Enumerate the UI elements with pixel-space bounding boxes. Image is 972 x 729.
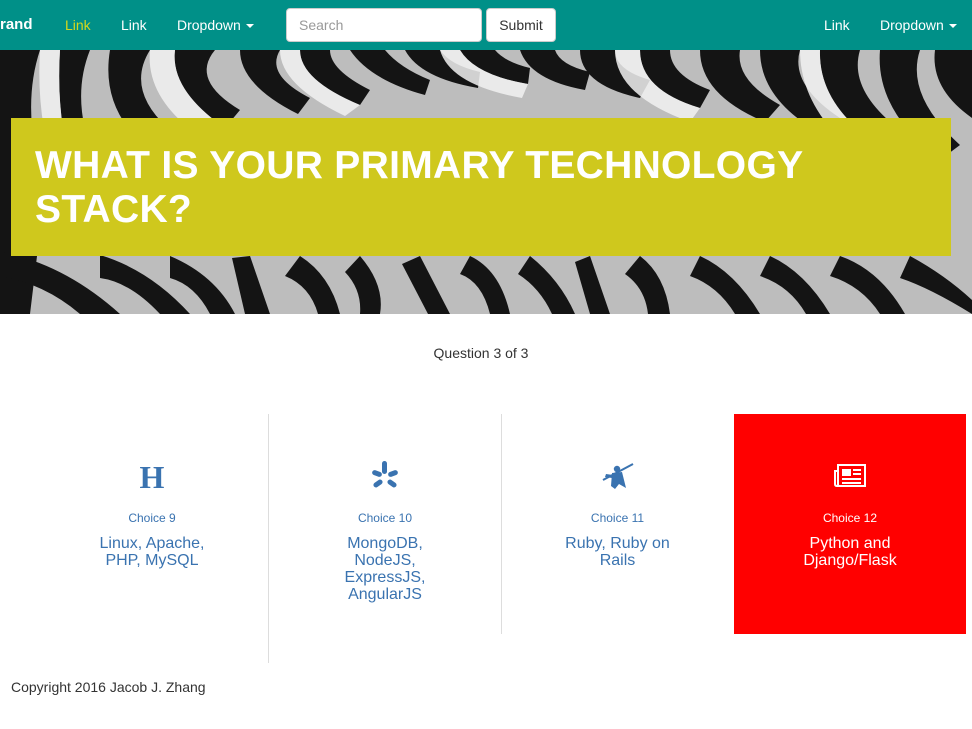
- nav-link[interactable]: Link: [121, 0, 147, 50]
- nav-dropdown-label: Dropdown: [177, 17, 241, 33]
- nav-link-right[interactable]: Link: [824, 0, 850, 50]
- yelp-burst-icon: [269, 456, 501, 496]
- nav-dropdown-right[interactable]: Dropdown: [880, 0, 957, 50]
- letter-h-icon: H: [36, 456, 268, 496]
- caret-down-icon: [245, 24, 254, 29]
- hero-banner: WHAT IS YOUR PRIMARY TECHNOLOGY STACK?: [0, 50, 972, 314]
- question-title-box: WHAT IS YOUR PRIMARY TECHNOLOGY STACK?: [11, 118, 951, 256]
- svg-text:H: H: [140, 461, 165, 491]
- choice-card-9[interactable]: H Choice 9 Linux, Apache, PHP, MySQL: [36, 414, 268, 634]
- choice-card-10[interactable]: Choice 10 MongoDB, NodeJS, ExpressJS, An…: [269, 414, 501, 634]
- choice-number: Choice 12: [822, 511, 878, 525]
- question-progress: Question 3 of 3: [433, 345, 529, 361]
- top-navbar: rand Link Link Dropdown Submit Link Drop…: [0, 0, 972, 50]
- footer-copyright: Copyright 2016 Jacob J. Zhang: [11, 679, 206, 695]
- navbar-brand[interactable]: rand: [0, 0, 33, 50]
- search-input[interactable]: [286, 8, 482, 42]
- caret-down-icon: [948, 24, 957, 29]
- newspaper-icon: [734, 456, 966, 496]
- nav-dropdown-left[interactable]: Dropdown: [177, 0, 254, 50]
- choice-label: Ruby, Ruby on Rails: [565, 535, 670, 569]
- choice-number: Choice 9: [128, 511, 176, 525]
- choice-number: Choice 10: [357, 511, 413, 525]
- choice-label: Linux, Apache, PHP, MySQL: [99, 535, 205, 569]
- choice-card-11[interactable]: Choice 11 Ruby, Ruby on Rails: [502, 414, 733, 634]
- choice-label: MongoDB, NodeJS, ExpressJS, AngularJS: [344, 535, 426, 603]
- choice-number: Choice 11: [590, 511, 645, 525]
- choice-card-12[interactable]: Choice 12 Python and Django/Flask: [734, 414, 966, 634]
- nav-dropdown-label: Dropdown: [880, 17, 944, 33]
- choice-label: Python and Django/Flask: [803, 535, 897, 569]
- samurai-icon: [502, 456, 733, 496]
- submit-button[interactable]: Submit: [486, 8, 556, 42]
- nav-link-active[interactable]: Link: [65, 0, 91, 50]
- question-title: WHAT IS YOUR PRIMARY TECHNOLOGY STACK?: [35, 144, 803, 231]
